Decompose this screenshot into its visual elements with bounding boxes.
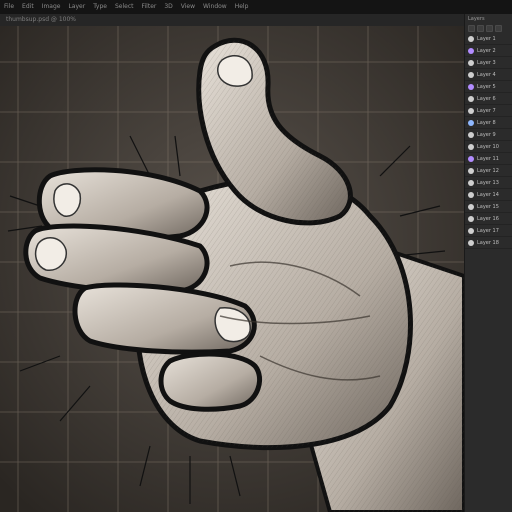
layer-visibility-icon[interactable] [468,179,474,186]
layer-row[interactable]: Layer 11 [465,153,512,165]
layer-name: Layer 16 [477,215,499,222]
layer-visibility-icon[interactable] [468,227,474,234]
layers-panel: Layers Layer 1 Layer 2 Layer 3 Layer 4 Layer… [464,14,512,512]
menu-edit[interactable]: Edit [22,0,34,14]
menu-filter[interactable]: Filter [142,0,157,14]
panel-toolbar [465,24,512,33]
menu-3d[interactable]: 3D [164,0,172,14]
layer-visibility-icon[interactable] [468,167,474,174]
layer-visibility-icon[interactable] [468,215,474,222]
middle-fingernail [34,237,67,271]
layer-name: Layer 13 [477,179,499,186]
thumbnail [217,55,253,87]
layer-visibility-icon[interactable] [468,191,474,198]
layer-row[interactable]: Layer 8 [465,117,512,129]
layer-row[interactable]: Layer 9 [465,129,512,141]
layer-name: Layer 5 [477,83,496,90]
menu-window[interactable]: Window [203,0,227,14]
canvas-artwork [0,26,464,512]
menu-file[interactable]: File [4,0,14,14]
layer-visibility-icon[interactable] [468,203,474,210]
layer-row[interactable]: Layer 4 [465,69,512,81]
layer-name: Layer 8 [477,119,496,126]
layer-name: Layer 7 [477,107,496,114]
layer-row[interactable]: Layer 2 [465,45,512,57]
layer-row[interactable]: Layer 18 [465,237,512,249]
editor-window: File Edit Image Layer Type Select Filter… [0,0,512,512]
layer-visibility-icon[interactable] [468,83,474,90]
layer-visibility-icon[interactable] [468,47,474,54]
layer-name: Layer 3 [477,59,496,66]
layer-row[interactable]: Layer 16 [465,213,512,225]
canvas[interactable] [0,26,464,512]
layer-row[interactable]: Layer 15 [465,201,512,213]
layer-name: Layer 2 [477,47,496,54]
panel-heading: Layers [468,16,485,22]
layer-name: Layer 9 [477,131,496,138]
index-fingernail [53,183,82,217]
menu-type[interactable]: Type [93,0,107,14]
menu-bar: File Edit Image Layer Type Select Filter… [0,0,512,14]
layer-name: Layer 6 [477,95,496,102]
layer-row[interactable]: Layer 7 [465,105,512,117]
layer-list: Layer 1 Layer 2 Layer 3 Layer 4 Layer 5 Layer… [465,33,512,249]
layer-row[interactable]: Layer 6 [465,93,512,105]
layer-name: Layer 17 [477,227,499,234]
document-tab[interactable]: thumbsup.psd @ 100% [6,14,76,26]
layer-visibility-icon[interactable] [468,239,474,246]
layer-name: Layer 15 [477,203,499,210]
layer-row[interactable]: Layer 1 [465,33,512,45]
layer-row[interactable]: Layer 14 [465,189,512,201]
layer-visibility-icon[interactable] [468,71,474,78]
layer-visibility-icon[interactable] [468,95,474,102]
layer-visibility-icon[interactable] [468,143,474,150]
layer-visibility-icon[interactable] [468,155,474,162]
menu-view[interactable]: View [181,0,195,14]
new-layer-button[interactable] [468,25,475,32]
layer-name: Layer 18 [477,239,499,246]
layer-row[interactable]: Layer 10 [465,141,512,153]
layer-name: Layer 4 [477,71,496,78]
layer-visibility-icon[interactable] [468,131,474,138]
layer-row[interactable]: Layer 13 [465,177,512,189]
layer-visibility-icon[interactable] [468,119,474,126]
adjust-button[interactable] [486,25,493,32]
menu-layer[interactable]: Layer [68,0,85,14]
mask-button[interactable] [477,25,484,32]
layer-name: Layer 10 [477,143,499,150]
menu-help[interactable]: Help [235,0,249,14]
layer-row[interactable]: Layer 17 [465,225,512,237]
layer-name: Layer 14 [477,191,499,198]
layer-row[interactable]: Layer 12 [465,165,512,177]
layer-visibility-icon[interactable] [468,35,474,42]
layer-name: Layer 1 [477,35,496,42]
layer-row[interactable]: Layer 5 [465,81,512,93]
layer-visibility-icon[interactable] [468,59,474,66]
delete-layer-button[interactable] [495,25,502,32]
menu-image[interactable]: Image [42,0,61,14]
layer-visibility-icon[interactable] [468,107,474,114]
layer-row[interactable]: Layer 3 [465,57,512,69]
pinky-finger [158,351,262,412]
layer-name: Layer 12 [477,167,499,174]
menu-select[interactable]: Select [115,0,134,14]
layer-name: Layer 11 [477,155,499,162]
